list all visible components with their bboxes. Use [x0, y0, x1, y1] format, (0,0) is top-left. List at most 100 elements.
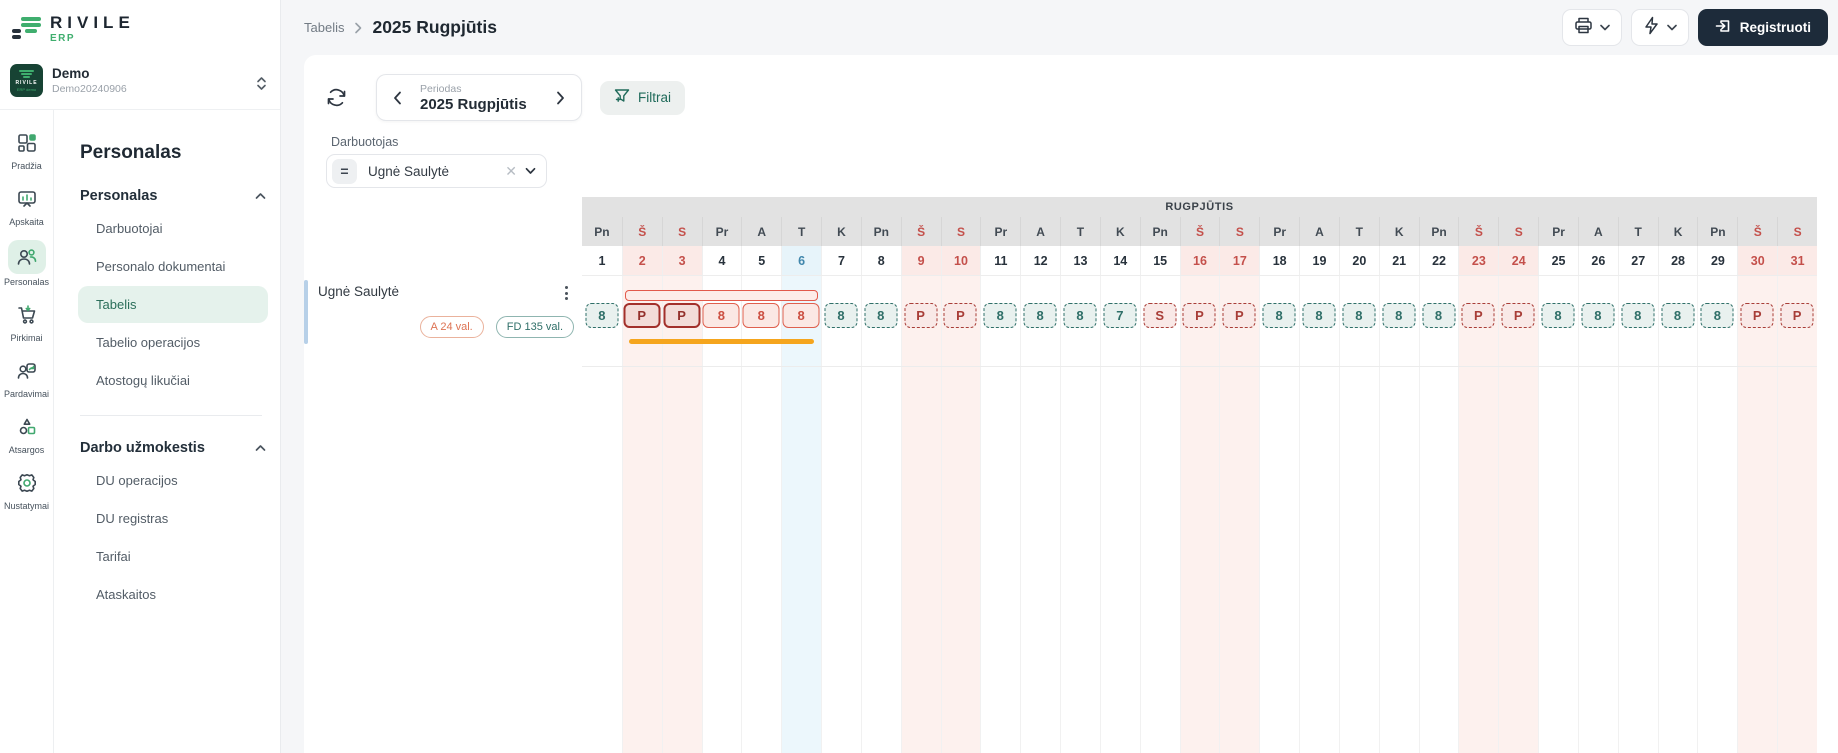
- print-button[interactable]: [1561, 9, 1622, 46]
- weekday-cell: Pn: [1139, 217, 1180, 246]
- shift-chip: 8: [1422, 303, 1456, 328]
- app-logo: RIVILE ERP: [0, 0, 280, 58]
- shift-chip: P: [1222, 303, 1256, 328]
- day-cell-30[interactable]: P: [1737, 276, 1777, 366]
- workspace-text: Demo Demo20240906: [52, 66, 127, 95]
- employee-day-cells: 8PP88888PP8887SPP88888PP88888PP: [582, 276, 1817, 367]
- rail-item-prad-ia[interactable]: Pradžia: [0, 128, 54, 171]
- rail-item-atsargos[interactable]: Atsargos: [0, 412, 54, 455]
- menu-item-darbuotojai[interactable]: Darbuotojai: [78, 210, 268, 247]
- shift-chip: 8: [1342, 303, 1376, 328]
- menu-section-personalas[interactable]: Personalas: [80, 188, 266, 204]
- day-cell-26[interactable]: 8: [1578, 276, 1618, 366]
- rail-item-personalas[interactable]: Personalas: [0, 240, 54, 287]
- clear-filter-icon[interactable]: ✕: [501, 163, 521, 180]
- day-cell-15[interactable]: S: [1140, 276, 1180, 366]
- period-display[interactable]: Periodas 2025 Rugpjūtis: [406, 83, 552, 113]
- day-cell-27[interactable]: 8: [1618, 276, 1658, 366]
- day-number-cell: 10: [940, 246, 981, 275]
- rail-item-label: Atsargos: [8, 445, 45, 455]
- day-cell-8[interactable]: 8: [861, 276, 901, 366]
- menu-item-ataskaitos[interactable]: Ataskaitos: [78, 576, 268, 613]
- shift-chip: 8: [1621, 303, 1655, 328]
- day-cell-22[interactable]: 8: [1419, 276, 1459, 366]
- people-icon: [7, 240, 46, 274]
- menu-item-personalo-dokumentai[interactable]: Personalo dokumentai: [78, 248, 268, 285]
- day-cell-19[interactable]: 8: [1299, 276, 1339, 366]
- toolbar: Periodas 2025 Rugpjūtis Filtrai: [304, 55, 1838, 121]
- equals-operator-icon[interactable]: =: [332, 158, 357, 184]
- day-cell-28[interactable]: 8: [1658, 276, 1698, 366]
- day-number-cell: 27: [1617, 246, 1658, 275]
- rail-item-pardavimai[interactable]: Pardavimai: [0, 356, 54, 399]
- day-cell-23[interactable]: P: [1458, 276, 1498, 366]
- shift-chip: P: [943, 303, 977, 328]
- weekday-cell: T: [1617, 217, 1658, 246]
- menu-item-tarifai[interactable]: Tarifai: [78, 538, 268, 575]
- sidebar: RIVILE ERP RIVILE ERP demo Demo Demo20240…: [0, 0, 281, 753]
- next-period-button[interactable]: [552, 87, 569, 109]
- day-cell-12[interactable]: 8: [1020, 276, 1060, 366]
- weekday-cell: A: [741, 217, 781, 246]
- previous-period-button[interactable]: [389, 87, 406, 109]
- content-card: Periodas 2025 Rugpjūtis Filtrai Darbuoto…: [304, 55, 1838, 753]
- day-cell-24[interactable]: P: [1498, 276, 1538, 366]
- day-cell-10[interactable]: P: [941, 276, 981, 366]
- day-number-cell: 2: [621, 246, 662, 275]
- employee-name: Ugnė Saulytė: [318, 284, 400, 299]
- rail-item-pirkimai[interactable]: Pirkimai: [0, 300, 54, 343]
- refresh-icon[interactable]: [326, 87, 347, 108]
- day-cell-17[interactable]: P: [1219, 276, 1259, 366]
- menu-item-tabelio-operacijos[interactable]: Tabelio operacijos: [78, 324, 268, 361]
- day-cell-14[interactable]: 7: [1100, 276, 1140, 366]
- month-band: RUGPJŪTIS: [582, 197, 1817, 217]
- day-cell-1[interactable]: 8: [582, 276, 622, 366]
- workspace-switcher[interactable]: RIVILE ERP demo Demo Demo20240906: [0, 58, 280, 110]
- menu-title: Personalas: [80, 142, 182, 163]
- day-number-cell: 3: [661, 246, 702, 275]
- day-cell-9[interactable]: P: [901, 276, 941, 366]
- menu-item-atostog-liku-iai[interactable]: Atostogų likučiai: [78, 362, 268, 399]
- day-cell-31[interactable]: P: [1777, 276, 1817, 366]
- day-cell-18[interactable]: 8: [1259, 276, 1299, 366]
- day-cell-21[interactable]: 8: [1379, 276, 1419, 366]
- row-menu-kebab-icon[interactable]: [561, 282, 572, 304]
- day-cell-29[interactable]: 8: [1697, 276, 1737, 366]
- breadcrumb[interactable]: Tabelis: [304, 20, 344, 35]
- chevron-down-icon[interactable]: [525, 167, 536, 175]
- rail-item-apskaita[interactable]: Apskaita: [0, 184, 54, 227]
- day-cell-25[interactable]: 8: [1538, 276, 1578, 366]
- menu-section-label: Darbo užmokestis: [80, 440, 205, 456]
- chevron-up-icon: [255, 444, 266, 452]
- shift-chip: 8: [1581, 303, 1615, 328]
- register-button[interactable]: Registruoti: [1697, 9, 1828, 46]
- day-number-cell: 18: [1259, 246, 1300, 275]
- day-number-cell: 19: [1299, 246, 1339, 275]
- rail-item-nustatymai[interactable]: Nustatymai: [0, 468, 54, 511]
- employee-filter-chip[interactable]: = Ugnė Saulytė ✕: [326, 154, 547, 188]
- shift-chip: P: [1461, 303, 1495, 328]
- topbar-actions: Registruoti: [1561, 9, 1828, 46]
- register-button-label: Registruoti: [1739, 20, 1811, 35]
- weekday-cell: A: [1020, 217, 1060, 246]
- unfold-more-icon[interactable]: [255, 76, 268, 96]
- menu-item-du-operacijos[interactable]: DU operacijos: [78, 462, 268, 499]
- filters-button-label: Filtrai: [638, 90, 671, 105]
- day-cell-16[interactable]: P: [1180, 276, 1220, 366]
- day-cell-13[interactable]: 8: [1060, 276, 1100, 366]
- weekday-cell: Pn: [1697, 217, 1737, 246]
- menu-item-du-registras[interactable]: DU registras: [78, 500, 268, 537]
- filters-button[interactable]: Filtrai: [600, 80, 685, 115]
- day-cell-7[interactable]: 8: [821, 276, 861, 366]
- row-accent-bar: [304, 280, 308, 344]
- shift-chip: 8: [824, 303, 858, 328]
- shift-chip: 8: [1063, 303, 1097, 328]
- day-cell-11[interactable]: 8: [980, 276, 1020, 366]
- quick-actions-button[interactable]: [1630, 9, 1689, 46]
- weekday-cell: A: [1577, 217, 1618, 246]
- day-cell-20[interactable]: 8: [1339, 276, 1379, 366]
- menu-section-darbo-u-mokestis[interactable]: Darbo užmokestis: [80, 440, 266, 456]
- workspace-avatar: RIVILE ERP demo: [10, 64, 43, 97]
- menu-item-tabelis[interactable]: Tabelis: [78, 286, 268, 323]
- sales-icon: [9, 356, 45, 386]
